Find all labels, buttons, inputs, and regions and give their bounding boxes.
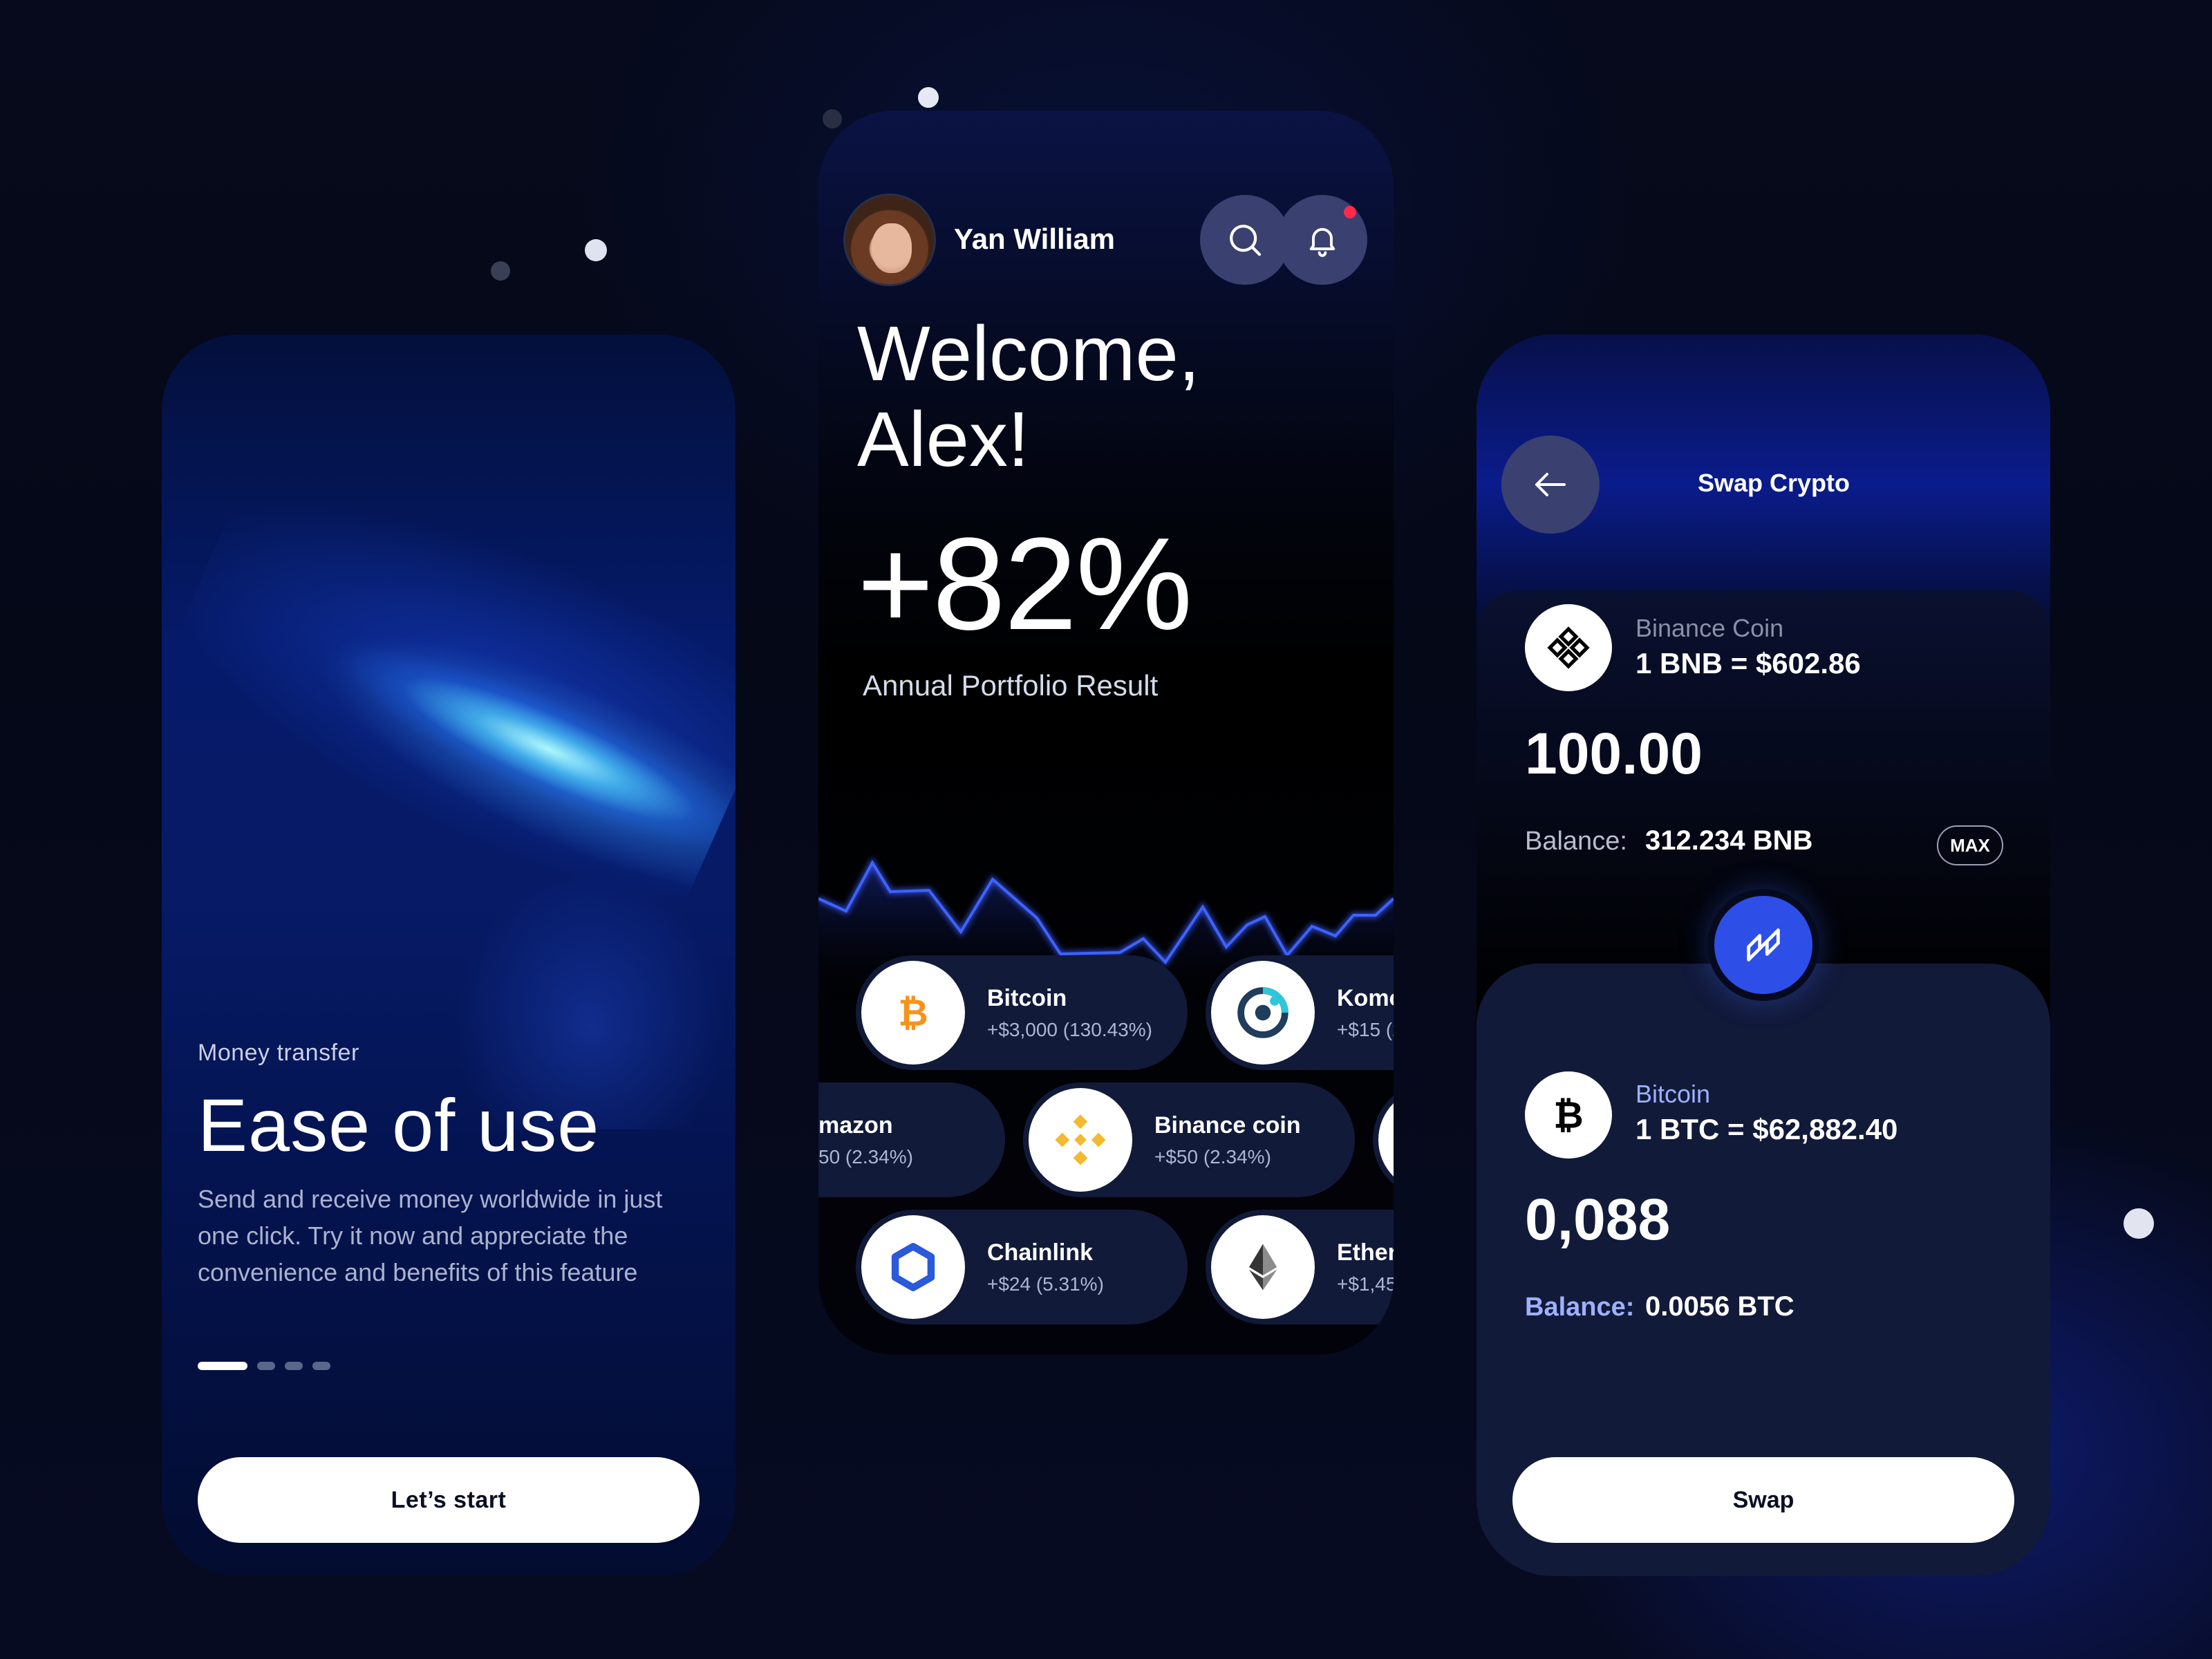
from-coin-rate: 1 BNB = $602.86	[1635, 647, 1861, 679]
asset-name: Ethere	[1337, 1239, 1394, 1266]
decor-dot	[491, 261, 510, 281]
asset-name: Komo	[1337, 984, 1394, 1011]
decor-dot	[585, 239, 607, 261]
welcome-line: Welcome,	[857, 310, 1200, 397]
swap-button[interactable]: Swap	[1512, 1457, 2014, 1543]
decor-dot	[918, 87, 939, 108]
asset-change: +$1,45	[1337, 1273, 1394, 1295]
asset-pill-next[interactable]	[1373, 1082, 1394, 1197]
portfolio-result: +82%	[857, 511, 1192, 657]
asset-pill-komodo[interactable]: Komo +$15 (2.	[1206, 955, 1394, 1070]
asset-name: mazon	[818, 1112, 893, 1138]
asset-pill-chainlink[interactable]: Chainlink +$24 (5.31%)	[856, 1210, 1188, 1324]
search-button[interactable]	[1200, 195, 1290, 285]
to-amount-value: 0,088	[1525, 1187, 1671, 1252]
notifications-button[interactable]	[1277, 195, 1367, 285]
asset-change: +$15 (2.	[1337, 1018, 1394, 1040]
from-balance-label: Balance:	[1525, 827, 1627, 856]
page-title: Swap Crypto	[1697, 469, 1850, 497]
from-amount-input[interactable]: 100.00	[1525, 720, 1703, 787]
onboarding-title: Ease of use	[198, 1083, 600, 1167]
svg-text:₿: ₿	[898, 991, 928, 1035]
asset-name: Chainlink	[987, 1239, 1094, 1266]
bitcoin-icon: ₿	[898, 991, 928, 1035]
page-dot[interactable]	[312, 1362, 330, 1370]
asset-name: Bitcoin	[987, 984, 1067, 1011]
asset-name: Binance coin	[1154, 1112, 1301, 1138]
max-button[interactable]: MAX	[1937, 825, 2003, 865]
decor-dot	[2124, 1208, 2154, 1239]
welcome-name: Alex!	[857, 396, 1029, 482]
to-coin-rate: 1 BTC = $62,882.40	[1635, 1113, 1898, 1145]
user-name: Yan William	[954, 223, 1116, 255]
portfolio-label: Annual Portfolio Result	[863, 669, 1159, 702]
page-dot[interactable]	[257, 1362, 275, 1370]
to-balance-label: Balance:	[1525, 1293, 1635, 1322]
bitcoin-icon: ₿	[1553, 1094, 1583, 1137]
from-coin-badge	[1525, 604, 1612, 691]
swap-arrows-icon	[1747, 928, 1780, 962]
notification-dot	[1344, 206, 1356, 218]
chainlink-icon	[891, 1243, 935, 1291]
asset-pill-ethereum[interactable]: Ethere +$1,45	[1206, 1210, 1394, 1324]
search-icon	[1230, 225, 1262, 256]
komodo-icon	[1237, 987, 1288, 1038]
onboarding-description: Send and receive money worldwide in just…	[198, 1185, 663, 1286]
to-coin-name: Bitcoin	[1635, 1080, 1711, 1108]
onboarding-eyebrow: Money transfer	[198, 1040, 359, 1066]
ethereum-icon	[1249, 1244, 1277, 1291]
lets-start-button[interactable]: Let’s start	[198, 1457, 700, 1543]
to-coin-badge: ₿	[1525, 1071, 1612, 1159]
from-coin-name: Binance Coin	[1635, 614, 1784, 642]
to-balance-value: 0.0056 BTC	[1645, 1291, 1794, 1322]
page-indicator	[198, 1362, 330, 1370]
welcome-heading: Welcome, Alex!	[857, 311, 1200, 482]
asset-change: +$24 (5.31%)	[987, 1273, 1104, 1295]
asset-pill-binance[interactable]: Binance coin +$50 (2.34%)	[1023, 1082, 1355, 1197]
from-balance-value: 312.234 BNB	[1645, 825, 1813, 856]
decor-dot	[823, 109, 842, 129]
asset-pill-bitcoin[interactable]: ₿ Bitcoin +$3,000 (130.43%)	[856, 955, 1188, 1070]
swap-direction-button[interactable]	[1707, 889, 1819, 1001]
swap-screen: Swap Crypto Binance Coin 1 BNB = $602.86…	[1477, 335, 2050, 1576]
svg-text:₿: ₿	[1553, 1094, 1583, 1137]
asset-change: +$50 (2.34%)	[1154, 1145, 1271, 1168]
page-dot[interactable]	[285, 1362, 303, 1370]
dashboard-screen: Yan William Welcome, Alex! +82% Annual P…	[818, 111, 1394, 1355]
binance-icon	[1055, 1114, 1106, 1165]
asset-change: +$3,000 (130.43%)	[987, 1018, 1152, 1040]
onboarding-screen: Money transfer Ease of use Send and rece…	[162, 335, 735, 1576]
avatar[interactable]	[843, 194, 936, 286]
asset-change: 50 (2.34%)	[818, 1145, 913, 1168]
binance-icon	[1547, 626, 1590, 669]
asset-pill-amazon[interactable]: mazon 50 (2.34%)	[818, 1082, 1005, 1197]
bell-icon	[1309, 227, 1335, 257]
page-dot-active[interactable]	[198, 1362, 247, 1370]
